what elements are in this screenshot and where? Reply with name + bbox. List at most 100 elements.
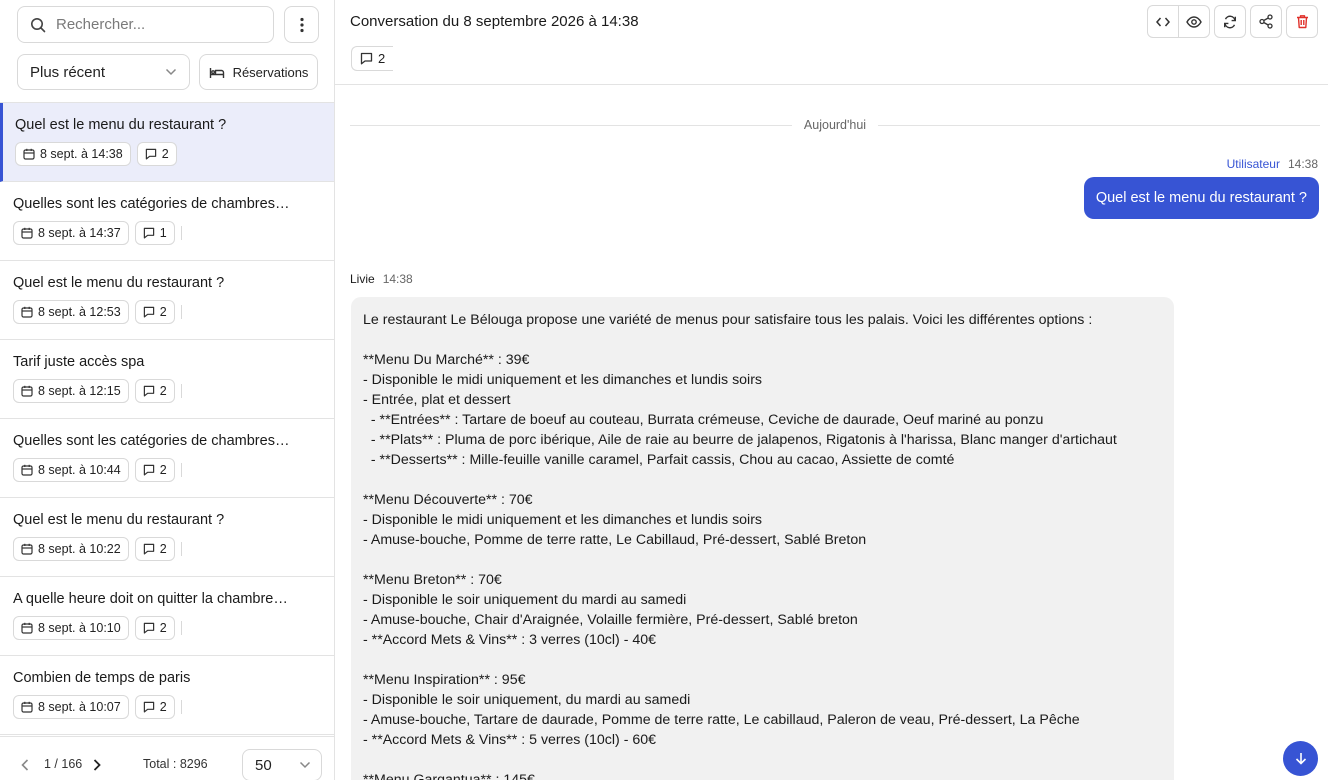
divider [180,226,182,240]
conversation-count: 1 [159,226,167,240]
page-title: Conversation du 8 septembre 2026 à 14:38 [350,13,639,30]
sort-select[interactable]: Plus récent [17,54,190,90]
calendar-icon [21,227,33,239]
message-count-badge: 2 [351,46,394,71]
conversation-count-chip: 2 [134,300,175,324]
conversation-count-chip: 2 [134,695,175,719]
view-source-button[interactable] [1147,5,1179,38]
conversation-count-chip: 2 [134,379,175,403]
conversation-meta: 8 sept. à 10:07 2 [13,695,321,719]
chevron-down-icon [299,761,311,769]
pagination: 1 / 166 Total : 8296 50 [0,736,334,780]
delete-button[interactable] [1286,5,1318,38]
conversation-sidebar: Plus récent Réservations Quel est le men… [0,0,335,780]
conversation-date-chip: 8 sept. à 12:53 [13,300,129,324]
conversation-item[interactable]: Combien de temps de paris 8 sept. à 10:07… [0,656,334,735]
conversation-item[interactable]: Quel est le menu du restaurant ? 8 sept. … [0,498,334,577]
conversation-count: 2 [161,147,169,161]
conversation-title: A quelle heure doit on quitter la chambr… [13,591,291,607]
day-separator: Aujourd'hui [350,117,1320,133]
page-indicator: 1 / 166 [44,757,83,771]
conversation-meta: 8 sept. à 14:37 1 [13,221,321,245]
conversation-date: 8 sept. à 12:15 [38,384,121,398]
calendar-icon [21,385,33,397]
conversation-count: 2 [159,384,167,398]
conversation-item[interactable]: Tarif juste accès spa 8 sept. à 12:15 2 [0,340,334,419]
more-options-button[interactable] [284,6,319,43]
conversation-title: Quelles sont les catégories de chambres … [13,433,291,449]
day-separator-label: Aujourd'hui [803,118,867,132]
conversation-title: Quel est le menu du restaurant ? [13,275,225,291]
divider [180,542,182,556]
conversation-item[interactable]: Quelles sont les catégories de chambres … [0,182,334,261]
message-icon [145,148,157,160]
message-count: 2 [378,51,386,66]
chevron-down-icon [165,68,177,76]
conversation-count: 2 [159,305,167,319]
page-size-select[interactable]: 50 [242,749,322,780]
conversation-item[interactable]: Quel est le menu du restaurant ? 8 sept. … [0,103,334,182]
conversation-count: 2 [159,700,167,714]
filter-row: Plus récent Réservations [17,54,318,90]
share-button[interactable] [1250,5,1282,38]
search-box[interactable] [17,6,274,43]
conversation-title: Quel est le menu du restaurant ? [13,512,225,528]
message-icon [143,464,155,476]
message-icon [143,543,155,555]
conversation-title: Tarif juste accès spa [13,354,145,370]
message-icon [143,385,155,397]
divider [350,124,792,126]
conversation-count: 2 [159,621,167,635]
search-input[interactable] [56,16,256,33]
user-author: Utilisateur [1226,157,1280,171]
prev-page-button[interactable] [17,757,33,773]
total-count: Total : 8296 [143,757,208,771]
sort-select-value: Plus récent [30,63,106,81]
conversation-item[interactable]: A quelle heure doit on quitter la chambr… [0,577,334,656]
conversation-count-chip: 2 [134,458,175,482]
conversation-count-chip: 2 [134,537,175,561]
conversation-date: 8 sept. à 12:53 [38,305,121,319]
refresh-button[interactable] [1214,5,1246,38]
reservations-button[interactable]: Réservations [199,54,318,90]
divider [180,384,182,398]
more-vertical-icon [299,17,304,33]
conversation-date-chip: 8 sept. à 10:10 [13,616,129,640]
calendar-icon [21,306,33,318]
conversation-date-chip: 8 sept. à 10:22 [13,537,129,561]
calendar-icon [21,543,33,555]
conversation-count: 2 [159,542,167,556]
scroll-to-bottom-button[interactable] [1283,741,1318,776]
chevron-right-icon [93,759,101,771]
next-page-button[interactable] [89,757,105,773]
conversation-item[interactable]: Quel est le menu du restaurant ? 8 sept. … [0,261,334,340]
refresh-icon [1223,15,1237,29]
message-icon [143,227,155,239]
conversation-date: 8 sept. à 10:07 [38,700,121,714]
conversation-title: Quelles sont les catégories de chambres … [13,196,291,212]
bot-message-meta: Livie 14:38 [350,272,413,286]
message-icon [360,52,373,65]
conversation-meta: 8 sept. à 12:15 2 [13,379,321,403]
bot-message-time: 14:38 [382,272,413,286]
calendar-icon [21,622,33,634]
eye-icon [1186,15,1202,28]
code-icon [1156,16,1170,28]
arrow-down-icon [1295,752,1307,765]
conversation-date-chip: 8 sept. à 10:07 [13,695,129,719]
trash-icon [1296,14,1309,29]
conversation-meta: 8 sept. à 10:10 2 [13,616,321,640]
message-icon [143,306,155,318]
chevron-left-icon [21,759,29,771]
bed-icon [209,66,225,79]
conversation-meta: 8 sept. à 10:22 2 [13,537,321,561]
message-icon [143,701,155,713]
user-message-bubble: Quel est le menu du restaurant ? [1083,177,1319,219]
conversation-meta: 8 sept. à 12:53 2 [13,300,321,324]
preview-button[interactable] [1178,5,1210,38]
conversation-date-chip: 8 sept. à 14:38 [15,142,131,166]
bot-message-bubble: Le restaurant Le Bélouga propose une var… [351,297,1174,780]
conversation-item[interactable]: Quelles sont les catégories de chambres … [0,419,334,498]
conversation-date-chip: 8 sept. à 14:37 [13,221,129,245]
conversation-count: 2 [159,463,167,477]
